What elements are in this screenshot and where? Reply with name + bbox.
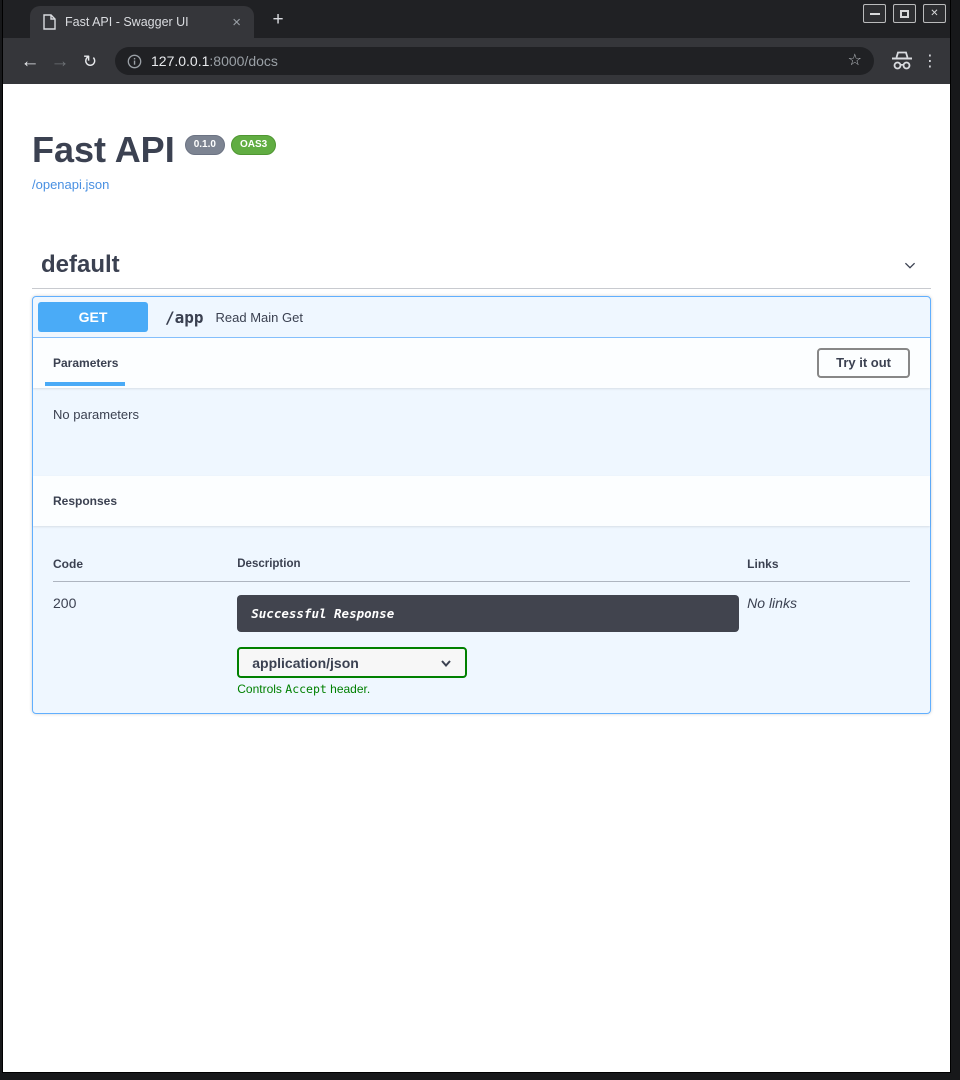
accept-note-prefix: Controls [237, 682, 285, 696]
accept-header-note: Controls Accept header. [237, 682, 747, 696]
url-host: 127.0.0.1 [151, 53, 209, 69]
responses-header: Responses [33, 476, 930, 526]
url-path: :8000/docs [209, 53, 278, 69]
minimize-icon [870, 13, 880, 15]
close-button[interactable]: ✕ [923, 4, 946, 23]
parameters-header: Parameters Try it out [33, 338, 930, 388]
response-code: 200 [53, 582, 237, 697]
tab-parameters[interactable]: Parameters [53, 356, 118, 370]
maximize-icon [900, 10, 909, 18]
window-controls: ✕ [863, 4, 946, 23]
browser-window: Fast API - Swagger UI × + ✕ ← → ↻ 127.0 [0, 0, 960, 1080]
minimize-button[interactable] [863, 4, 886, 23]
page-favicon-icon [42, 14, 56, 30]
media-type-value: application/json [252, 655, 359, 671]
back-icon[interactable]: ← [15, 52, 45, 71]
reload-icon[interactable]: ↻ [75, 53, 105, 70]
incognito-icon [890, 51, 914, 71]
responses-body: Code Description Links 200 Successful Re… [33, 526, 930, 713]
swagger-page: Fast API 0.1.0 OAS3 /openapi.json defaul… [3, 84, 950, 1072]
new-tab-button[interactable]: + [267, 9, 289, 31]
accept-note-code: Accept [285, 682, 327, 696]
responses-heading: Responses [53, 494, 117, 508]
close-icon: ✕ [930, 8, 938, 19]
bookmark-star-icon[interactable]: ☆ [848, 53, 862, 69]
forward-icon[interactable]: → [45, 52, 75, 71]
operation-summary[interactable]: GET /app Read Main Get [33, 297, 930, 338]
column-links: Links [747, 544, 910, 582]
responses-table: Code Description Links 200 Successful Re… [53, 544, 910, 696]
version-badge: 0.1.0 [185, 135, 225, 155]
oas3-badge: OAS3 [231, 135, 276, 155]
url-text: 127.0.0.1:8000/docs [151, 53, 278, 69]
parameters-body: No parameters [33, 388, 930, 476]
media-type-select[interactable]: application/json [237, 647, 467, 678]
select-chevron-icon [439, 656, 453, 670]
response-row-200: 200 Successful Response application/json [53, 582, 910, 697]
openapi-spec-link[interactable]: /openapi.json [32, 177, 109, 192]
column-code: Code [53, 544, 237, 582]
try-it-out-button[interactable]: Try it out [817, 348, 910, 378]
operation-summary-text: Read Main Get [216, 310, 303, 325]
column-description: Description [237, 544, 747, 582]
response-links: No links [747, 582, 910, 697]
browser-tab[interactable]: Fast API - Swagger UI × [30, 6, 254, 38]
maximize-button[interactable] [893, 4, 916, 23]
tab-title: Fast API - Swagger UI [65, 15, 220, 29]
browser-menu-icon[interactable]: ⋮ [920, 51, 940, 71]
address-bar[interactable]: 127.0.0.1:8000/docs ☆ [115, 47, 874, 75]
tab-strip: Fast API - Swagger UI × + ✕ [3, 0, 950, 38]
method-badge: GET [38, 302, 148, 332]
site-info-icon[interactable] [127, 54, 142, 69]
tag-name: default [41, 251, 120, 279]
no-parameters-text: No parameters [53, 407, 139, 422]
tag-section-default[interactable]: default [32, 251, 931, 289]
accept-note-suffix: header. [327, 682, 370, 696]
browser-toolbar: ← → ↻ 127.0.0.1:8000/docs ☆ ⋮ [3, 38, 950, 84]
opblock-get-app: GET /app Read Main Get Parameters Try it… [32, 296, 931, 714]
response-description: Successful Response [237, 595, 739, 632]
page-title: Fast API [32, 132, 175, 168]
chevron-down-icon[interactable] [899, 254, 921, 276]
tab-close-icon[interactable]: × [229, 14, 244, 31]
operation-path: /app [165, 308, 204, 327]
api-info: Fast API 0.1.0 OAS3 [32, 132, 931, 168]
